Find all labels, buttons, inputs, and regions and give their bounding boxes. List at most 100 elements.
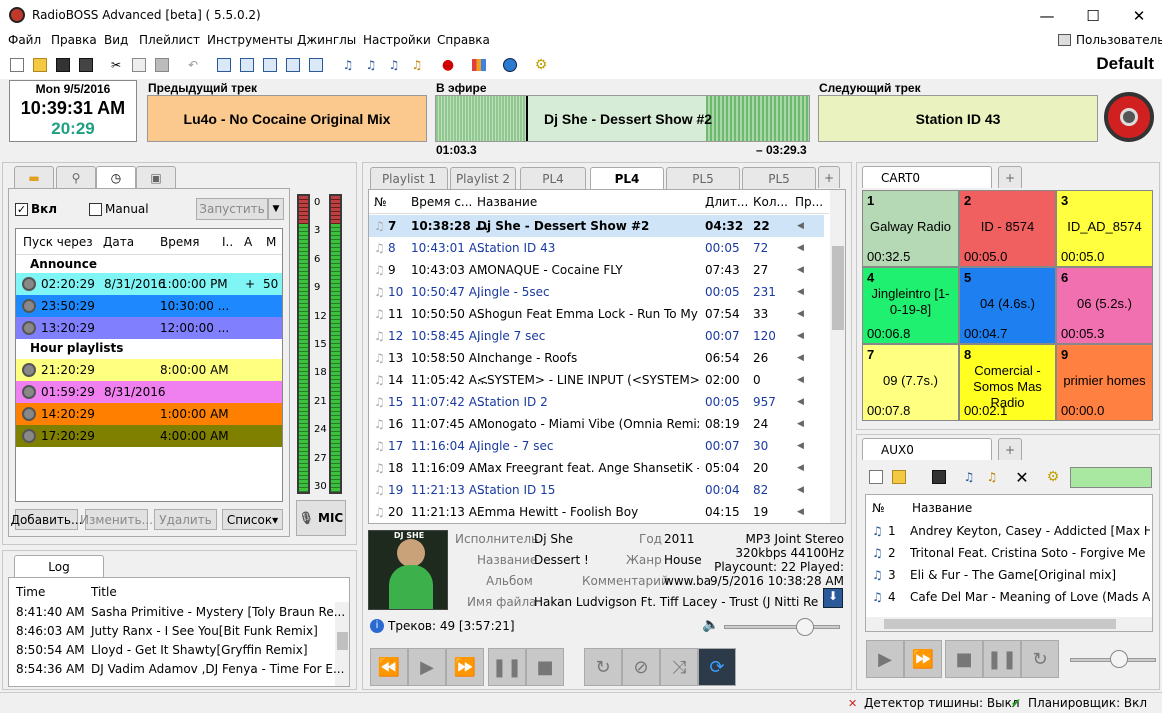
open-folder-icon[interactable] [31, 56, 49, 74]
maximize-button[interactable]: ☐ [1070, 0, 1116, 31]
log-row[interactable]: 8:46:03 AM Jutty Ranx - I See You[Bit Fun… [9, 621, 335, 640]
aux-add-track-icon[interactable]: ♫ [960, 468, 978, 486]
pl-col-duration[interactable]: Длит... [705, 195, 748, 209]
menu-view[interactable]: Вид [104, 33, 128, 47]
schedule-row[interactable]: 13:20:29 12:00:00 ... [16, 317, 282, 339]
cart-cell[interactable]: 8 Comercial - Somos Mas Radio 00:02.1 [959, 344, 1056, 421]
add-aux-tab-button[interactable]: + [998, 438, 1022, 460]
stats-icon[interactable] [470, 56, 488, 74]
col-time[interactable]: Время [160, 235, 200, 249]
add-track-icon[interactable]: ♫ [339, 56, 357, 74]
aux-row[interactable]: ♫ 3 Eli & Fur - The Game[Original mix] [866, 564, 1152, 586]
aux-stop-button[interactable]: ■ [945, 640, 983, 678]
aux-add-folder-icon[interactable]: ♫ [983, 468, 1001, 486]
aux-hscrollbar[interactable] [866, 617, 1152, 631]
cart-cell[interactable]: 3 ID_AD_8574 00:05.0 [1056, 190, 1153, 267]
cart-cell[interactable]: 7 09 (7.7s.) 00:07.8 [862, 344, 959, 421]
playlist-row[interactable]: ♫ 20 11:21:13 A... Emma Hewitt - Foolish Bo… [369, 501, 824, 523]
playlist-row[interactable]: ♫ 15 11:07:42 A... Station ID 2 00:05 957 ◀ [369, 391, 824, 413]
playlist-row[interactable]: ♫ 16 11:07:45 A... Monogato - Miami Vibe (O… [369, 413, 824, 435]
playlist-row[interactable]: ♫ 10 10:50:47 A... Jingle - 5sec 00:05 231 ◀ [369, 281, 824, 303]
mic-button[interactable]: 🎙 MIC [296, 500, 346, 536]
aux-col-num[interactable]: № [872, 501, 884, 515]
schedule-row[interactable]: 14:20:29 1:00:00 AM [16, 403, 282, 425]
schedule-row[interactable]: 21:20:29 8:00:00 AM [16, 359, 282, 381]
playlist-row[interactable]: ♫ 12 10:58:45 A... Jingle 7 sec 00:07 120 ◀ [369, 325, 824, 347]
paste-icon[interactable] [153, 56, 171, 74]
run-button[interactable]: Запустить [196, 198, 268, 220]
col-date[interactable]: Дата [103, 235, 134, 249]
playlist-tab[interactable]: PL4 [590, 167, 664, 189]
disable-icon[interactable]: ⊘ [622, 648, 660, 686]
playlist-row[interactable]: ♫ 14 11:05:42 A... <SYSTEM> - LINE INPUT (<… [369, 369, 824, 391]
playlist-row[interactable]: ♫ 17 11:16:04 A... Jingle - 7 sec 00:07 30 ◀ [369, 435, 824, 457]
playlist-volume-thumb[interactable] [796, 618, 814, 636]
cart-cell[interactable]: 5 04 (4.6s.) 00:04.7 [959, 267, 1056, 344]
col-m[interactable]: M [266, 235, 276, 249]
cart-cell[interactable]: 9 primier homes 00:00.0 [1056, 344, 1153, 421]
pl-col-num[interactable]: № [374, 195, 386, 209]
playlist-row[interactable]: ♫ 11 10:50:50 A... Shogun Feat Emma Lock - … [369, 303, 824, 325]
schedule-row[interactable]: 23:50:29 10:30:00 ... [16, 295, 282, 317]
cart-cell[interactable]: 4 Jingleintro [1-0-19-8] 00:06.8 [862, 267, 959, 344]
add-url-icon[interactable]: ♫ [408, 56, 426, 74]
menu-help[interactable]: Справка [437, 33, 490, 47]
playlist-tab[interactable]: Playlist 2 [450, 167, 516, 189]
aux-delete-icon[interactable]: ✕ [1013, 468, 1031, 487]
scheduler-status[interactable]: Планировщик: Вкл [1028, 696, 1147, 710]
cart-cell[interactable]: 1 Galway Radio 00:32.5 [862, 190, 959, 267]
menu-edit[interactable]: Правка [51, 33, 97, 47]
aux-col-title[interactable]: Название [912, 501, 972, 515]
log-row[interactable]: 8:54:36 AM DJ Vadim Adamov ,DJ Fenya - Ti… [9, 659, 344, 678]
tab-search[interactable]: ⚲ [56, 166, 96, 188]
log-col-title[interactable]: Title [91, 585, 117, 599]
layout1-icon[interactable] [215, 56, 233, 74]
add-playlist-tab-button[interactable]: + [818, 166, 840, 188]
aux-row[interactable]: ♫ 4 Cafe Del Mar - Meaning of Love (Mads A… [866, 586, 1152, 608]
pl-col-title[interactable]: Название [477, 195, 537, 209]
globe-icon[interactable] [501, 56, 519, 74]
play-button[interactable]: ▶ [408, 648, 446, 686]
playlist-volume-slider[interactable] [724, 625, 840, 629]
aux-volume-thumb[interactable] [1110, 650, 1128, 668]
pl-col-count[interactable]: Кол... [753, 195, 788, 209]
pl-col-time[interactable]: Время с... [411, 195, 472, 209]
menu-playlist[interactable]: Плейлист [139, 33, 200, 47]
pause-button[interactable]: ❚❚ [488, 648, 526, 686]
tab-scheduler[interactable]: ◷ [96, 166, 136, 188]
aux-save-icon[interactable] [930, 468, 948, 486]
stop-button[interactable]: ■ [526, 648, 564, 686]
cart-cell[interactable]: 2 ID - 8574 00:05.0 [959, 190, 1056, 267]
log-row[interactable]: 8:41:40 AM Sasha Primitive - Mystery [Tol… [9, 602, 345, 621]
aux-row[interactable]: ♫ 1 Andrey Keyton, Casey - Addicted [Max H… [866, 520, 1152, 542]
aux-play-button[interactable]: ▶ [866, 640, 904, 678]
schedule-row[interactable]: 17:20:29 4:00:00 AM [16, 425, 282, 447]
tab-playlist-folder[interactable]: ▬ [14, 166, 54, 188]
prev-button[interactable]: ⏪ [370, 648, 408, 686]
list-menu-button[interactable]: Список▾ [222, 509, 283, 530]
playlist-row[interactable]: ♫ 19 11:21:13 A... Station ID 15 00:04 82 ◀ [369, 479, 824, 501]
tab-log[interactable]: Log [14, 555, 104, 577]
new-icon[interactable] [8, 56, 26, 74]
next-button[interactable]: ⏩ [446, 648, 484, 686]
add-event-button[interactable]: Добавить... [11, 509, 82, 530]
playlist-tab[interactable]: PL4 [520, 167, 586, 189]
aux-next-button[interactable]: ⏩ [904, 640, 942, 678]
loop-icon[interactable]: ⟳ [698, 648, 736, 686]
manual-checkbox[interactable] [89, 203, 102, 216]
aux-repeat-icon[interactable]: ↻ [1021, 640, 1059, 678]
add-folder-icon[interactable]: ♫ [385, 56, 403, 74]
playlist-row[interactable]: ♫ 18 11:16:09 A... Max Freegrant feat. Ange… [369, 457, 824, 479]
undo-icon[interactable]: ↶ [184, 56, 202, 74]
settings-gear-icon[interactable]: ⚙ [532, 56, 550, 74]
log-col-time[interactable]: Time [16, 585, 45, 599]
save-all-icon[interactable] [77, 56, 95, 74]
layout4-icon[interactable] [284, 56, 302, 74]
add-cart-tab-button[interactable]: + [998, 166, 1022, 188]
schedule-row[interactable]: 01:59:29 8/31/2016 [16, 381, 282, 403]
layout5-icon[interactable] [307, 56, 325, 74]
aux-settings-icon[interactable]: ⚙ [1044, 468, 1062, 486]
silence-detector-status[interactable]: Детектор тишины: Выкл [864, 696, 1020, 710]
col-start[interactable]: Пуск через [23, 235, 93, 249]
enabled-checkbox[interactable]: ✓ [15, 203, 28, 216]
